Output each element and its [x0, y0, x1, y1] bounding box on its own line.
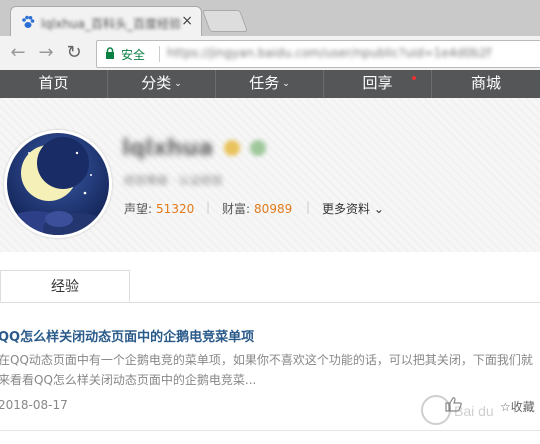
- site-nav: 首页 分类 ⌄ 任务 ⌄ 回享 商城: [0, 70, 540, 98]
- wealth-value: 80989: [254, 202, 293, 216]
- tab-label: 经验: [51, 279, 79, 295]
- nav-item-label: 首页: [38, 74, 69, 92]
- nav-item-label: 商城: [470, 74, 501, 92]
- level-badge-icon: [224, 140, 240, 156]
- baidu-paw-icon: [22, 15, 35, 28]
- favorite-label: 收藏: [510, 400, 535, 414]
- certified-badge-icon: [250, 140, 266, 156]
- secure-label: 安全: [121, 48, 146, 62]
- reputation-label: 声望:: [124, 202, 153, 216]
- forward-arrow-icon[interactable]: →: [36, 42, 56, 64]
- lock-icon: [106, 47, 114, 59]
- tab-title: lqlxhua_百科头_百度经验: [41, 17, 181, 31]
- more-info-link[interactable]: 更多资料 ⌄: [322, 200, 384, 217]
- nav-item-tasks[interactable]: 任务 ⌄: [216, 70, 324, 98]
- moon-avatar-image: [7, 133, 109, 235]
- chevron-down-icon: ⌄: [174, 79, 182, 89]
- article-date: 2018-08-17: [0, 398, 68, 412]
- username: lqlxhua: [122, 136, 214, 161]
- article-title-link[interactable]: QQ怎么样关闭动态页面中的企鹅电竞菜单项: [0, 326, 254, 345]
- user-subtitle: 经验等级 · 认证经验: [124, 174, 223, 187]
- tab-experience[interactable]: 经验: [0, 270, 130, 302]
- avatar[interactable]: [4, 130, 112, 238]
- nav-item-home[interactable]: 首页: [0, 70, 108, 98]
- wealth-stat: 财富: 80989: [222, 200, 292, 217]
- more-info-label: 更多资料: [322, 202, 371, 216]
- browser-toolbar: ← → ↻ 安全 https://jingyan.baidu.com/user/…: [0, 36, 540, 71]
- nav-item-category[interactable]: 分类 ⌄: [108, 70, 216, 98]
- nav-item-label: 回享: [362, 74, 393, 92]
- article-description: 在QQ动态页面中有一个企鹅电竞的菜单项，如果你不喜欢这个功能的话，可以把其关闭，…: [0, 353, 533, 387]
- chevron-down-icon: ⌄: [282, 79, 290, 89]
- thumbs-up-icon[interactable]: [444, 396, 464, 412]
- notification-dot: [412, 76, 416, 80]
- browser-tabstrip: lqlxhua_百科头_百度经验 ×: [0, 0, 540, 37]
- reputation-stat: 声望: 51320: [124, 200, 194, 217]
- address-divider: [159, 46, 160, 62]
- nav-item-label: 分类: [141, 74, 172, 92]
- address-bar[interactable]: 安全 https://jingyan.baidu.com/user/npubli…: [96, 40, 540, 68]
- url-text: https://jingyan.baidu.com/user/npublic?u…: [167, 46, 492, 60]
- nav-item-share[interactable]: 回享: [324, 70, 432, 98]
- divider: [0, 430, 540, 431]
- star-icon: ☆: [500, 400, 511, 414]
- wealth-label: 财富:: [222, 202, 251, 216]
- content-tabbar: 经验: [0, 270, 540, 303]
- back-arrow-icon[interactable]: ←: [8, 42, 28, 64]
- nav-item-mall[interactable]: 商城: [432, 70, 540, 98]
- stat-divider: |: [206, 200, 211, 214]
- reputation-value: 51320: [156, 202, 195, 216]
- reload-icon[interactable]: ↻: [64, 42, 84, 64]
- tab-close-icon[interactable]: ×: [181, 13, 193, 29]
- chevron-down-icon: ⌄: [373, 202, 384, 216]
- nav-item-label: 任务: [249, 74, 280, 92]
- new-tab-button[interactable]: [201, 10, 249, 32]
- stat-divider: |: [306, 200, 311, 214]
- favorite-button[interactable]: ☆收藏: [500, 398, 535, 415]
- browser-tab[interactable]: lqlxhua_百科头_百度经验 ×: [10, 6, 202, 37]
